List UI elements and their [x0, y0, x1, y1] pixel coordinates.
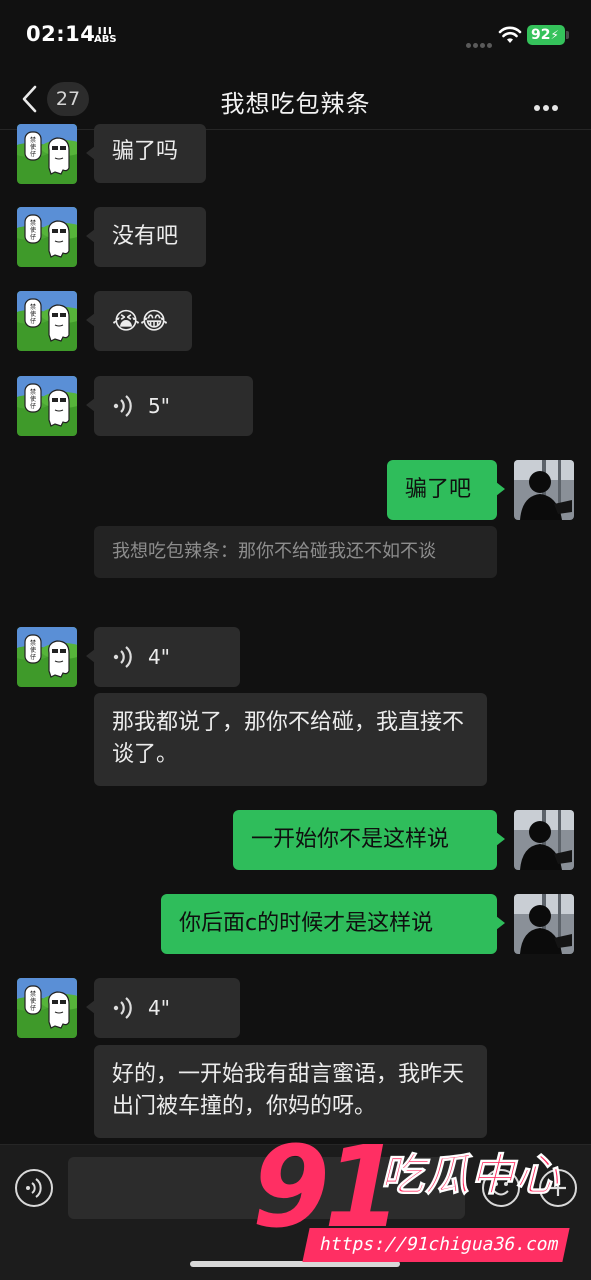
- cellular-signal-icon: [466, 33, 494, 52]
- battery-indicator: 92⚡: [527, 25, 565, 45]
- status-bar: 02:14 ııı ABS 92⚡: [0, 0, 591, 70]
- voice-wave-icon: [113, 646, 132, 668]
- contact-avatar[interactable]: [17, 376, 77, 436]
- voice-message-bubble[interactable]: 5": [86, 376, 253, 436]
- contact-avatar[interactable]: [17, 291, 77, 351]
- status-time: 02:14: [26, 22, 96, 46]
- sent-message-bubble[interactable]: 一开始你不是这样说: [233, 810, 505, 870]
- voice-wave-icon: [113, 997, 132, 1019]
- wifi-icon: [498, 26, 522, 43]
- quoted-message[interactable]: 我想吃包辣条：那你不给碰我还不如不谈: [94, 526, 497, 578]
- abs-indicator-icon: ııı ABS: [94, 23, 117, 45]
- voice-wave-icon: [113, 395, 132, 417]
- watermark-logo: 91 吃瓜中心 https://91chigua36.com: [252, 1128, 591, 1273]
- sent-message-bubble[interactable]: 骗了吧: [387, 460, 505, 520]
- message-bubble[interactable]: 没有吧: [86, 207, 206, 267]
- chat-header: 27 我想吃包辣条: [0, 70, 591, 130]
- my-avatar[interactable]: [514, 460, 574, 520]
- watermark-url: https://91chigua36.com: [302, 1228, 571, 1262]
- my-avatar[interactable]: [514, 894, 574, 954]
- my-avatar[interactable]: [514, 810, 574, 870]
- message-bubble[interactable]: 骗了吗: [86, 124, 206, 183]
- message-bubble[interactable]: 那我都说了，那你不给碰，我直接不谈了。: [94, 693, 487, 786]
- contact-avatar[interactable]: [17, 627, 77, 687]
- voice-message-bubble[interactable]: 4": [86, 978, 240, 1038]
- battery-cap: [566, 31, 569, 39]
- watermark-name: 吃瓜中心: [380, 1150, 560, 1202]
- voice-message-bubble[interactable]: 4": [86, 627, 240, 687]
- chat-title: 我想吃包辣条: [220, 90, 371, 118]
- voice-input-toggle[interactable]: [15, 1169, 53, 1207]
- contact-avatar[interactable]: [17, 207, 77, 267]
- contact-avatar[interactable]: [17, 124, 77, 184]
- voice-icon: [26, 1178, 42, 1198]
- contact-avatar[interactable]: [17, 978, 77, 1038]
- sent-message-bubble[interactable]: 你后面c的时候才是这样说: [161, 894, 505, 954]
- emoji-message-bubble[interactable]: 😭😂: [86, 291, 192, 351]
- more-options-icon[interactable]: [534, 96, 561, 115]
